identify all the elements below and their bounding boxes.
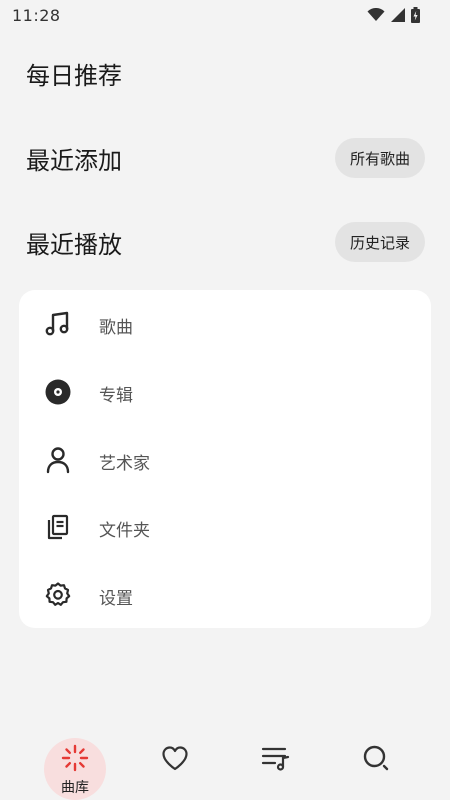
history-button[interactable]: 历史记录 <box>334 222 425 262</box>
menu-item-label: 歌曲 <box>99 318 133 338</box>
menu-item-artists[interactable]: 艺术家 <box>19 429 431 489</box>
section-daily-recommend[interactable]: 每日推荐 <box>0 48 450 98</box>
nav-favorites[interactable] <box>145 730 205 790</box>
menu-item-label: 文件夹 <box>99 521 150 541</box>
section-title-recent-played: 最近播放 <box>26 231 122 259</box>
gear-icon <box>43 580 73 610</box>
section-title-daily: 每日推荐 <box>26 62 122 90</box>
nav-library-label: 曲库 <box>61 780 89 796</box>
status-bar: 11:28 <box>0 0 450 32</box>
menu-item-folders[interactable]: 文件夹 <box>19 496 431 556</box>
nav-playlists[interactable] <box>246 730 306 790</box>
folder-copy-icon <box>43 512 73 542</box>
menu-item-label: 设置 <box>99 589 133 609</box>
music-note-icon <box>43 309 73 339</box>
wifi-icon <box>367 8 385 21</box>
bottom-nav: 曲库 <box>0 730 450 800</box>
section-recently-added: 最近添加 所有歌曲 <box>0 133 450 183</box>
menu-item-settings[interactable]: 设置 <box>19 564 431 624</box>
playlist-icon <box>261 745 291 775</box>
battery-icon <box>411 7 420 23</box>
library-burst-icon <box>60 743 90 777</box>
status-icons <box>367 7 420 23</box>
search-icon <box>362 744 390 776</box>
status-time: 11:28 <box>12 6 61 25</box>
cellular-signal-icon <box>391 8 405 22</box>
library-menu-card: 歌曲 专辑 艺术家 文件夹 设置 <box>19 290 431 628</box>
album-disc-icon <box>43 377 73 407</box>
menu-item-label: 艺术家 <box>99 454 150 474</box>
person-icon <box>43 445 73 475</box>
section-recently-played: 最近播放 历史记录 <box>0 217 450 267</box>
heart-icon <box>161 745 189 775</box>
menu-item-albums[interactable]: 专辑 <box>19 361 431 421</box>
section-title-recent-added: 最近添加 <box>26 147 122 175</box>
menu-item-label: 专辑 <box>99 386 133 406</box>
menu-item-songs[interactable]: 歌曲 <box>19 293 431 353</box>
all-songs-button[interactable]: 所有歌曲 <box>334 138 425 178</box>
nav-search[interactable] <box>346 730 406 790</box>
